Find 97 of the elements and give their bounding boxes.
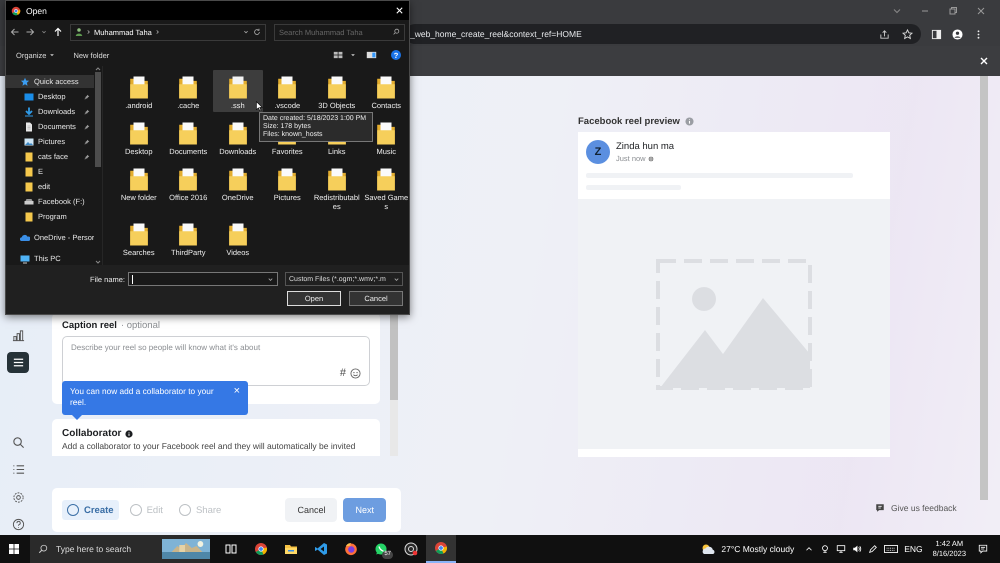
folder-icon [284,542,298,556]
view-options-icon[interactable] [333,51,344,59]
forward-icon[interactable] [25,27,35,37]
chevron-down-icon[interactable] [40,28,48,36]
avatar: Z [586,140,610,164]
hashtag-button[interactable]: # [340,368,346,379]
chevron-right-icon [86,28,91,36]
chevron-down-icon[interactable] [242,28,250,36]
chrome-icon [11,6,21,16]
weather-text[interactable]: 27°C Mostly cloudy [721,544,794,554]
scroll-up-icon[interactable] [94,66,102,72]
preview-pane-icon[interactable] [366,51,377,59]
info-icon [684,117,694,126]
task-view-icon [224,542,238,556]
feedback-icon [875,503,885,513]
section-title: Caption reel [62,320,117,331]
cloud-icon [20,232,30,242]
folder-icon [276,166,298,193]
folder-icon [375,166,398,193]
chevron-down-icon [267,276,274,282]
up-arrow-icon[interactable] [53,27,63,37]
chevron-right-icon [154,28,160,36]
folder-icon [177,120,200,147]
drive-icon [24,196,34,206]
cursor-icon [256,101,263,112]
notification-icon[interactable] [978,544,988,554]
back-icon[interactable] [10,27,20,37]
scrollbar-thumb[interactable] [95,72,101,167]
emoji-icon[interactable] [350,368,361,379]
cancel-button[interactable]: Cancel [285,498,338,522]
volume-icon[interactable] [852,544,862,554]
chevron-down-icon[interactable] [892,6,902,16]
preview-title: Facebook reel preview [578,116,680,127]
share-icon[interactable] [879,28,890,40]
star-icon[interactable] [902,28,913,40]
collaborator-description: Add a collaborator to your Facebook reel and they will automatically be invited [62,441,356,451]
scrollbar[interactable] [980,76,988,500]
language-indicator[interactable]: ENG [904,544,923,554]
monitor-icon [20,254,30,264]
folder-icon [128,221,150,248]
folder-icon [375,120,398,147]
recorder-icon [404,542,418,556]
code-editor-icon [314,542,328,556]
folder-icon [128,74,150,101]
network-icon[interactable] [836,544,846,554]
info-icon [125,430,134,438]
chrome-icon [434,541,448,555]
folder-icon [177,221,200,248]
windows-logo-icon[interactable] [8,543,20,555]
folder-icon [226,221,249,248]
document-icon [24,122,34,132]
weather-icon [700,542,716,556]
dialog-title: Open [26,6,47,16]
folder-icon [177,166,200,193]
section-title: Collaborator [62,428,122,439]
file-name-field[interactable] [128,272,278,286]
search-icon [392,28,400,36]
user-folder-icon [75,27,83,37]
search-icon [38,544,48,554]
caret-icon[interactable] [350,52,356,58]
browser-icon [344,542,358,556]
step-tab[interactable]: Create [62,500,119,520]
camera-icon[interactable] [820,544,830,554]
tooltip-close-button[interactable]: × [234,386,240,410]
folder-icon [375,74,398,101]
folder-icon [326,74,348,101]
restore-icon[interactable] [948,6,958,16]
optional-label: · optional [120,320,160,331]
profile-icon[interactable] [952,28,963,40]
tooltip-text: You can now add a collaborator to your reel. [70,386,215,410]
folder-icon [128,166,150,193]
feedback-link[interactable]: Give us feedback [875,503,957,513]
scroll-down-icon[interactable] [94,259,102,265]
star-icon [20,76,30,86]
folder-icon [276,74,298,101]
folder-icon [226,74,249,101]
pen-icon[interactable] [868,544,878,554]
folder-icon [24,212,34,222]
image-icon [24,136,34,146]
taskbar-search-field[interactable]: Type here to search [30,535,210,563]
chevron-down-icon [393,276,400,282]
menu-icon[interactable] [7,352,29,373]
sidebar-icon[interactable] [931,28,942,40]
download-icon [24,106,34,116]
caret-icon [49,52,56,58]
chrome-icon [254,542,268,556]
author-name: Zinda hun ma [616,141,674,152]
folder-icon [128,120,150,147]
taskbar-button[interactable] [426,535,456,563]
keyboard-icon[interactable] [884,544,898,554]
folder-icon [177,74,200,101]
folder-icon [226,120,249,147]
globe-icon [648,156,654,162]
refresh-icon[interactable] [253,28,261,36]
desktop-icon [24,92,34,102]
folder-icon [226,166,249,193]
folder-icon [326,166,348,193]
